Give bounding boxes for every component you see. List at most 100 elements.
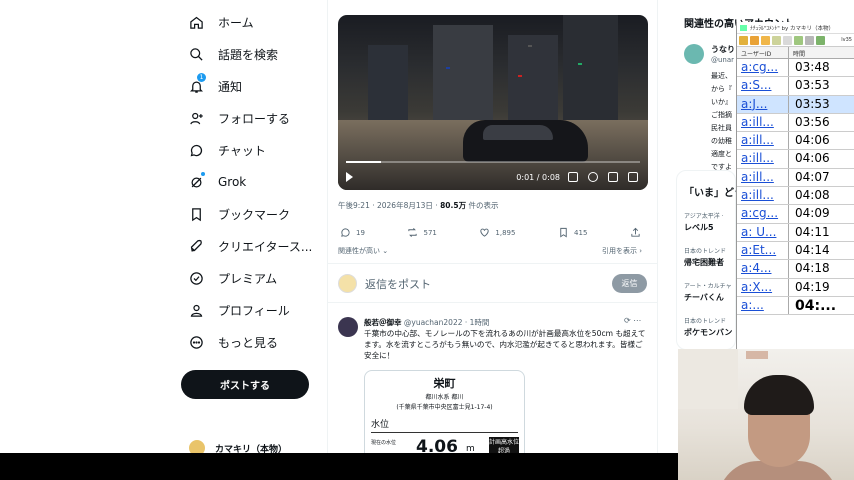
tweet-author-handle[interactable]: @yuachan2022 · 1時間 [404, 318, 490, 327]
comment-row[interactable]: a:ill... 04:08 [737, 187, 854, 206]
nav-label: チャット [218, 143, 266, 158]
comment-row[interactable]: a: U... 04:11 [737, 223, 854, 242]
post-actions: 19 571 1,895 415 [340, 227, 646, 238]
tweet-author-name[interactable]: 般若＠御幸 [364, 318, 402, 327]
trend-item[interactable]: 日本のトレンド ポケモンバン [684, 316, 732, 338]
toolbar-tool-icon[interactable] [805, 35, 814, 45]
comment-row[interactable]: a:Et... 04:14 [737, 241, 854, 261]
comment-user-id[interactable]: a:ill... [737, 113, 789, 132]
nav-chat[interactable]: チャット [178, 134, 318, 166]
comment-user-id[interactable]: a:S... [737, 77, 789, 95]
toolbar-tool-icon[interactable] [783, 35, 792, 45]
video-progress-bar[interactable] [346, 161, 640, 163]
avatar[interactable] [338, 317, 358, 337]
heart-icon [480, 228, 490, 237]
column-header-user[interactable]: ユーザーID [737, 47, 789, 58]
video-time: 0:01 / 0:08 [516, 172, 560, 182]
nav-label: ホーム [218, 15, 254, 30]
reply-input[interactable]: 返信をポスト [365, 276, 431, 292]
trend-item[interactable]: アート・カルチャ チーバくん [684, 281, 732, 303]
comment-user-id[interactable]: a:ill... [737, 187, 789, 205]
comment-table-body: a:cg... 03:48 a:S... 03:53 a:J... 03:53 a:ill.… [737, 59, 854, 316]
toolbar-tool-icon[interactable] [739, 35, 748, 45]
nav-follow[interactable]: フォローする [178, 102, 318, 134]
nav-premium[interactable]: プレミアム [178, 262, 318, 294]
comment-row[interactable]: a:4... 04:18 [737, 260, 854, 279]
comment-user-id[interactable]: a:... [737, 296, 789, 315]
comment-user-id[interactable]: a:cg... [737, 59, 789, 77]
comment-user-id[interactable]: a:ill... [737, 168, 789, 187]
account-handle: @unar [711, 56, 735, 64]
nav-label: ブックマーク [218, 207, 291, 222]
repost-icon [408, 228, 418, 237]
reply-action[interactable]: 19 [340, 227, 365, 238]
nav-home[interactable]: ホーム [178, 6, 318, 38]
nav-grok[interactable]: Grok [178, 166, 318, 198]
share-action[interactable] [630, 227, 646, 238]
toolbar-tool-icon[interactable] [772, 35, 781, 45]
comment-row[interactable]: a:J... 03:53 [737, 95, 854, 114]
comment-user-id[interactable]: a:ill... [737, 150, 789, 168]
comment-time: 04:19 [795, 279, 830, 294]
like-action[interactable]: 1,895 [479, 227, 515, 238]
comment-user-id[interactable]: a:4... [737, 260, 789, 278]
card-level-label: 現在の水位 [371, 440, 397, 446]
comment-user-id[interactable]: a:X... [737, 278, 789, 296]
comment-user-id[interactable]: a:Et... [737, 241, 789, 260]
card-address: (千葉県千葉市中央区富士見1-17-4) [396, 404, 493, 411]
comment-row[interactable]: a:... 04:... [737, 296, 854, 316]
nav-notifications[interactable]: 1 通知 [178, 70, 318, 102]
toolbar-tool-icon[interactable] [816, 35, 825, 45]
comment-row[interactable]: a:ill... 03:56 [737, 113, 854, 133]
reply-button[interactable]: 返信 [612, 274, 647, 293]
comment-user-id[interactable]: a:ill... [737, 132, 789, 150]
trend-name: 帰宅困難者 [684, 258, 724, 267]
play-icon[interactable] [346, 172, 353, 182]
pip-icon[interactable] [608, 172, 618, 182]
comment-time: 03:56 [795, 114, 830, 129]
post-datetime[interactable]: 午後9:21 · 2026年8月13日 · [338, 201, 440, 210]
trend-name: チーバくん [684, 293, 724, 302]
column-header-time[interactable]: 時間 [789, 47, 805, 58]
tweet-image-card[interactable]: 栄町 都川水系 都川 (千葉県千葉市中央区富士見1-17-4) 水位 現在の水位… [364, 370, 525, 460]
nav-explore[interactable]: 話題を検索 [178, 38, 318, 70]
screen: ホーム 話題を検索 1 通知 フォローする チャット Grok ブックマーク ク [0, 0, 854, 480]
comment-row[interactable]: a:ill... 04:06 [737, 150, 854, 169]
toolbar-tool-icon[interactable] [761, 35, 770, 45]
volume-icon[interactable] [568, 172, 578, 182]
nav-bookmarks[interactable]: ブックマーク [178, 198, 318, 230]
toolbar-tool-icon[interactable] [750, 35, 759, 45]
fullscreen-icon[interactable] [628, 172, 638, 182]
settings-icon[interactable] [588, 172, 598, 182]
bookmark-action[interactable]: 415 [558, 227, 587, 238]
comment-row[interactable]: a:ill... 04:07 [737, 168, 854, 188]
account-name[interactable]: うなり [711, 44, 735, 55]
nav-creator-studio[interactable]: クリエイタース... [178, 230, 318, 262]
tweet-more-icon[interactable]: ⟳ ⋯ [624, 316, 641, 325]
reply-sort-dropdown[interactable]: 関連性が高い ⌄ [338, 246, 388, 256]
post-button[interactable]: ポストする [181, 370, 309, 399]
comment-viewer-title[interactable]: ﾅﾁｭﾗﾙ"ｺﾒﾝﾄ" by カマキリ（本物） [737, 22, 854, 34]
comment-row[interactable]: a:cg... 04:09 [737, 205, 854, 224]
nav-more[interactable]: もっと見る [178, 326, 318, 358]
comment-user-id[interactable]: a: U... [737, 223, 789, 241]
avatar [338, 274, 357, 293]
reply-icon [341, 228, 350, 237]
comment-row[interactable]: a:X... 04:19 [737, 278, 854, 297]
comment-time: 04:14 [795, 242, 830, 257]
trend-item[interactable]: 日本のトレンド 帰宅困難者 [684, 246, 726, 268]
video-player[interactable]: 0:01 / 0:08 [338, 15, 648, 190]
avatar[interactable] [684, 44, 704, 64]
comment-row[interactable]: a:S... 03:53 [737, 77, 854, 96]
comment-table-header: ユーザーID 時間 [737, 47, 854, 59]
trend-item[interactable]: アジア太平洋 · レベル5 [684, 211, 724, 233]
view-quotes-link[interactable]: 引用を表示 › [602, 246, 642, 256]
repost-action[interactable]: 571 [407, 227, 437, 238]
comment-row[interactable]: a:ill... 04:06 [737, 132, 854, 151]
views-suffix: 件の表示 [466, 201, 499, 210]
toolbar-tool-icon[interactable] [794, 35, 803, 45]
comment-row[interactable]: a:cg... 03:48 [737, 59, 854, 78]
nav-profile[interactable]: プロフィール [178, 294, 318, 326]
comment-user-id[interactable]: a:J... [737, 95, 789, 113]
comment-user-id[interactable]: a:cg... [737, 205, 789, 223]
